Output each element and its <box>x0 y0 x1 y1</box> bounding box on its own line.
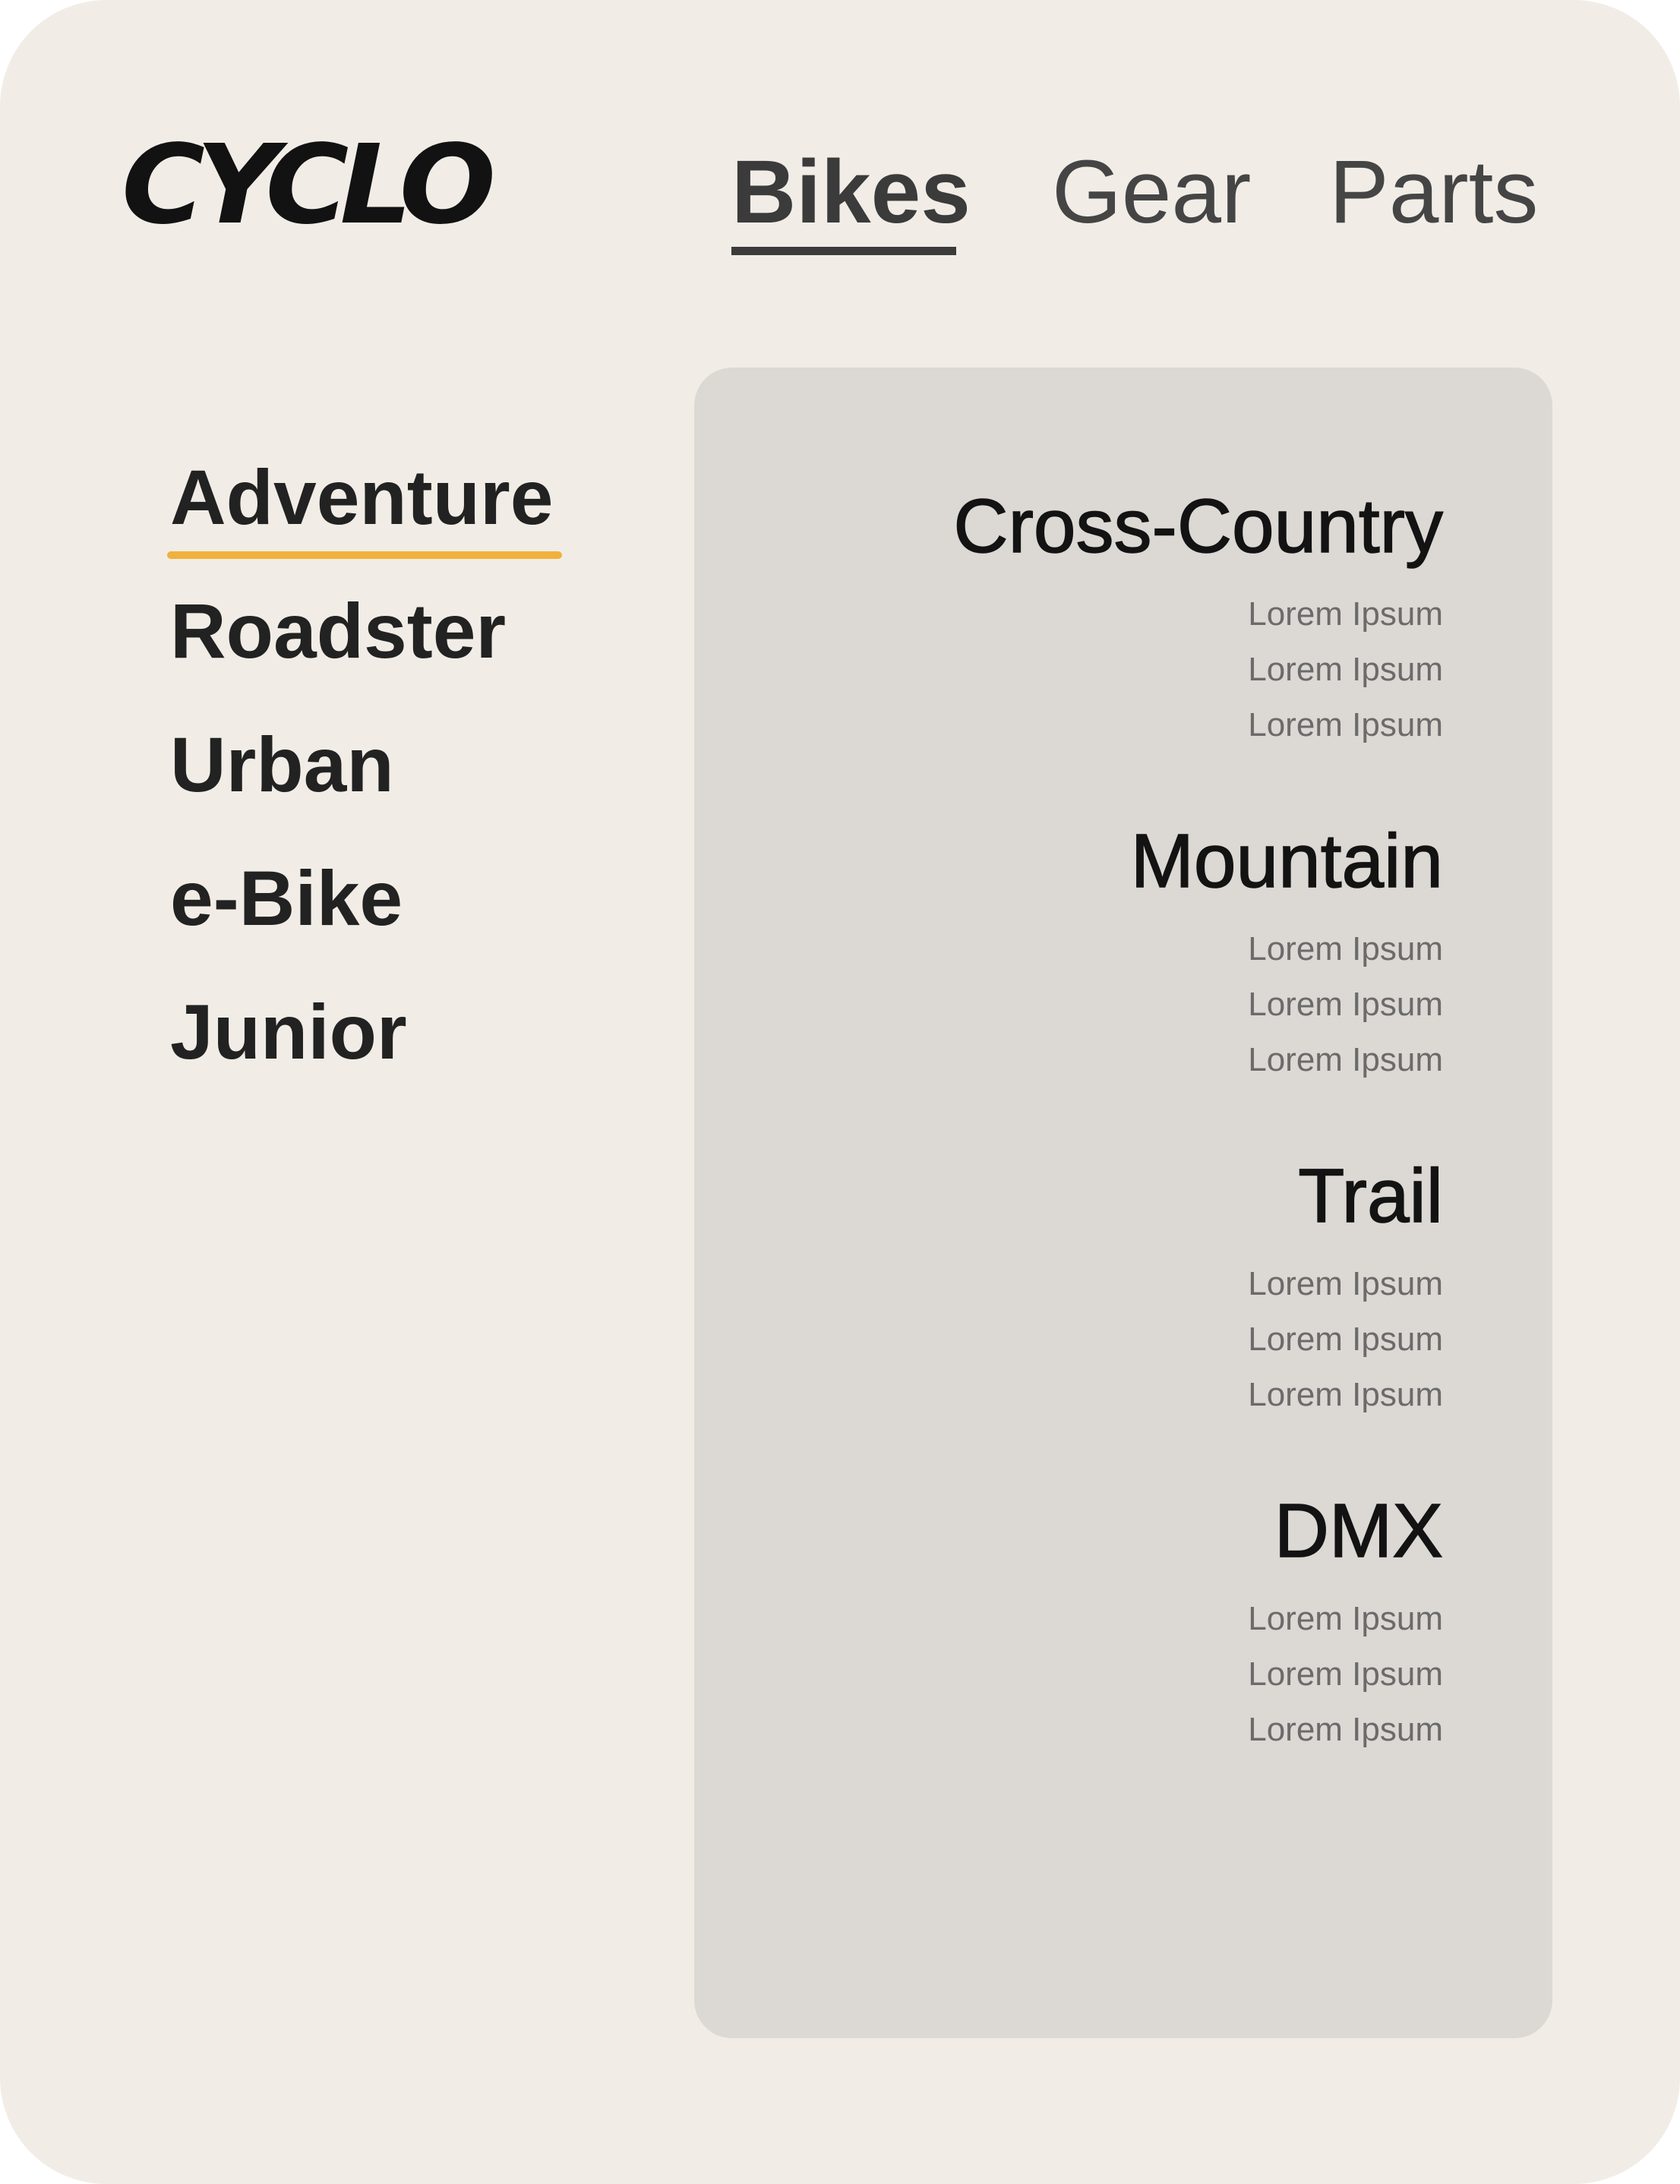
group-trail: Trail Lorem Ipsum Lorem Ipsum Lorem Ipsu… <box>759 1151 1444 1422</box>
group-title[interactable]: Cross-Country <box>759 481 1444 571</box>
sidebar-item-label: e-Bike <box>170 855 403 942</box>
subcategory-panel: Cross-Country Lorem Ipsum Lorem Ipsum Lo… <box>694 368 1552 2038</box>
tab-gear-label: Gear <box>1052 142 1252 242</box>
group-link[interactable]: Lorem Ipsum <box>759 1702 1443 1757</box>
group-link[interactable]: Lorem Ipsum <box>759 642 1443 697</box>
group-link[interactable]: Lorem Ipsum <box>759 697 1443 753</box>
group-link[interactable]: Lorem Ipsum <box>759 1256 1443 1311</box>
group-link[interactable]: Lorem Ipsum <box>759 1311 1443 1367</box>
group-title[interactable]: DMX <box>759 1486 1444 1576</box>
active-category-underline <box>167 551 562 559</box>
sidebar-item-adventure[interactable]: Adventure <box>167 448 626 582</box>
tab-parts-label: Parts <box>1329 142 1539 242</box>
tab-bikes-label: Bikes <box>731 142 971 242</box>
sidebar-item-label: Adventure <box>170 454 554 541</box>
sidebar-item-e-bike[interactable]: e-Bike <box>170 849 626 983</box>
sidebar-item-junior[interactable]: Junior <box>170 983 626 1116</box>
group-link[interactable]: Lorem Ipsum <box>759 1646 1443 1702</box>
group-link[interactable]: Lorem Ipsum <box>759 921 1443 977</box>
group-dmx: DMX Lorem Ipsum Lorem Ipsum Lorem Ipsum <box>759 1486 1444 1757</box>
tab-gear[interactable]: Gear <box>1052 143 1251 241</box>
sidebar-item-label: Roadster <box>170 588 507 674</box>
tab-parts[interactable]: Parts <box>1329 143 1538 241</box>
sidebar-item-urban[interactable]: Urban <box>170 715 626 849</box>
group-title[interactable]: Mountain <box>759 816 1444 906</box>
sidebar-item-label: Urban <box>170 721 394 808</box>
group-link[interactable]: Lorem Ipsum <box>759 586 1443 642</box>
top-nav: Bikes Gear Parts <box>0 143 1680 257</box>
group-link[interactable]: Lorem Ipsum <box>759 1367 1443 1422</box>
sidebar-item-roadster[interactable]: Roadster <box>170 582 626 715</box>
group-mountain: Mountain Lorem Ipsum Lorem Ipsum Lorem I… <box>759 816 1444 1087</box>
app-screen: CYCLO Bikes Gear Parts Adventure Roadste… <box>0 0 1680 2184</box>
group-cross-country: Cross-Country Lorem Ipsum Lorem Ipsum Lo… <box>759 481 1444 753</box>
sidebar-item-label: Junior <box>170 989 407 1075</box>
group-link[interactable]: Lorem Ipsum <box>759 977 1443 1032</box>
category-sidebar: Adventure Roadster Urban e-Bike Junior <box>167 448 626 1116</box>
subcategory-groups: Cross-Country Lorem Ipsum Lorem Ipsum Lo… <box>759 481 1444 1821</box>
tab-bikes[interactable]: Bikes <box>731 143 971 255</box>
group-title[interactable]: Trail <box>759 1151 1444 1241</box>
group-link[interactable]: Lorem Ipsum <box>759 1032 1443 1087</box>
group-link[interactable]: Lorem Ipsum <box>759 1591 1443 1646</box>
